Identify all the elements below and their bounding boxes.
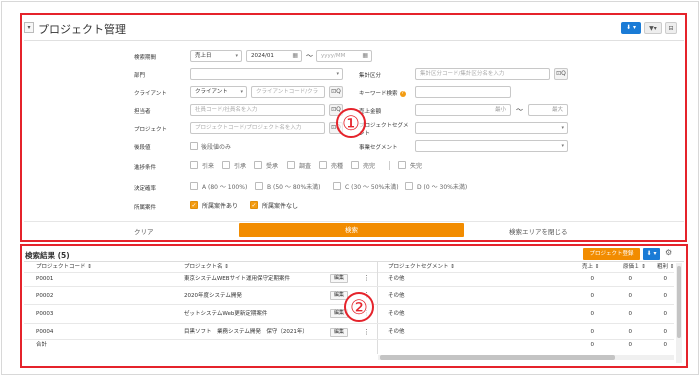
- annotation-marker-1: ①: [336, 108, 366, 138]
- annotation-marker-2: ②: [344, 292, 374, 322]
